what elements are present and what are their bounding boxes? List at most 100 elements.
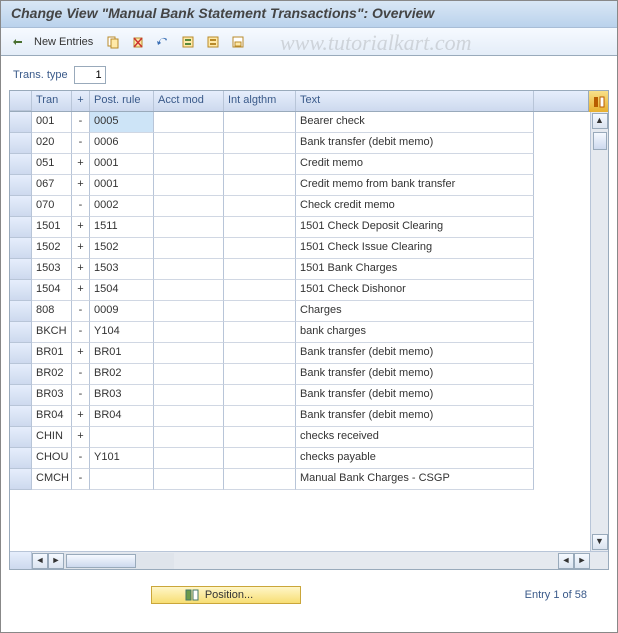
cell-post-rule[interactable]: Y101: [90, 448, 154, 469]
hscroll-track[interactable]: [64, 553, 174, 569]
cell-tran[interactable]: BR01: [32, 343, 72, 364]
new-entries-button[interactable]: New Entries: [32, 34, 99, 50]
cell-post-rule[interactable]: [90, 469, 154, 490]
col-acct-mod[interactable]: Acct mod: [154, 91, 224, 111]
cell-text[interactable]: 1501 Bank Charges: [296, 259, 534, 280]
table-settings-icon[interactable]: [588, 91, 608, 112]
hscroll-right2-icon[interactable]: ►: [574, 553, 590, 569]
cell-int-algthm[interactable]: [224, 112, 296, 133]
col-post-rule[interactable]: Post. rule: [90, 91, 154, 111]
row-selector[interactable]: [10, 259, 32, 280]
table-row[interactable]: BR04+BR04Bank transfer (debit memo): [10, 406, 590, 427]
cell-text[interactable]: Bank transfer (debit memo): [296, 385, 534, 406]
cell-tran[interactable]: BKCH: [32, 322, 72, 343]
row-selector[interactable]: [10, 217, 32, 238]
scroll-down-icon[interactable]: ▼: [592, 534, 608, 550]
cell-tran[interactable]: CHOU: [32, 448, 72, 469]
cell-post-rule[interactable]: 0009: [90, 301, 154, 322]
cell-post-rule[interactable]: BR03: [90, 385, 154, 406]
vertical-scrollbar[interactable]: ▲ ▼: [590, 112, 608, 551]
cell-tran[interactable]: 1503: [32, 259, 72, 280]
cell-acct-mod[interactable]: [154, 112, 224, 133]
cell-text[interactable]: Bearer check: [296, 112, 534, 133]
select-all-icon[interactable]: [177, 32, 199, 52]
cell-text[interactable]: Credit memo: [296, 154, 534, 175]
table-row[interactable]: CHOU-Y101checks payable: [10, 448, 590, 469]
table-row[interactable]: BR01+BR01 Bank transfer (debit memo): [10, 343, 590, 364]
cell-sign[interactable]: -: [72, 469, 90, 490]
cell-text[interactable]: bank charges: [296, 322, 534, 343]
cell-post-rule[interactable]: 0001: [90, 154, 154, 175]
cell-sign[interactable]: +: [72, 427, 90, 448]
cell-sign[interactable]: +: [72, 154, 90, 175]
hscroll-left-icon[interactable]: ◄: [32, 553, 48, 569]
cell-post-rule[interactable]: 1503: [90, 259, 154, 280]
cell-post-rule[interactable]: 1504: [90, 280, 154, 301]
toggle-button[interactable]: [7, 32, 29, 52]
table-row[interactable]: BKCH-Y104bank charges: [10, 322, 590, 343]
cell-post-rule[interactable]: BR02: [90, 364, 154, 385]
cell-acct-mod[interactable]: [154, 280, 224, 301]
row-selector[interactable]: [10, 448, 32, 469]
cell-text[interactable]: 1501 Check Dishonor: [296, 280, 534, 301]
cell-acct-mod[interactable]: [154, 154, 224, 175]
table-row[interactable]: 067+0001Credit memo from bank transfer: [10, 175, 590, 196]
cell-text[interactable]: Bank transfer (debit memo): [296, 133, 534, 154]
cell-tran[interactable]: 051: [32, 154, 72, 175]
cell-post-rule[interactable]: Y104: [90, 322, 154, 343]
cell-int-algthm[interactable]: [224, 427, 296, 448]
row-selector[interactable]: [10, 280, 32, 301]
cell-acct-mod[interactable]: [154, 217, 224, 238]
row-selector[interactable]: [10, 406, 32, 427]
cell-text[interactable]: 1501 Check Issue Clearing: [296, 238, 534, 259]
cell-acct-mod[interactable]: [154, 259, 224, 280]
cell-text[interactable]: checks received: [296, 427, 534, 448]
hscroll-left2-icon[interactable]: ◄: [558, 553, 574, 569]
row-selector[interactable]: [10, 343, 32, 364]
row-selector[interactable]: [10, 133, 32, 154]
cell-sign[interactable]: -: [72, 385, 90, 406]
cell-sign[interactable]: +: [72, 280, 90, 301]
cell-text[interactable]: 1501 Check Deposit Clearing: [296, 217, 534, 238]
scroll-track[interactable]: [592, 130, 608, 533]
cell-int-algthm[interactable]: [224, 364, 296, 385]
row-selector[interactable]: [10, 322, 32, 343]
cell-acct-mod[interactable]: [154, 385, 224, 406]
cell-acct-mod[interactable]: [154, 448, 224, 469]
cell-text[interactable]: Bank transfer (debit memo): [296, 343, 534, 364]
cell-post-rule[interactable]: 1502: [90, 238, 154, 259]
scroll-up-icon[interactable]: ▲: [592, 113, 608, 129]
cell-int-algthm[interactable]: [224, 406, 296, 427]
cell-int-algthm[interactable]: [224, 238, 296, 259]
row-selector[interactable]: [10, 112, 32, 133]
row-selector[interactable]: [10, 175, 32, 196]
cell-sign[interactable]: -: [72, 196, 90, 217]
cell-tran[interactable]: 067: [32, 175, 72, 196]
table-row[interactable]: 808-0009Charges: [10, 301, 590, 322]
cell-acct-mod[interactable]: [154, 364, 224, 385]
cell-sign[interactable]: -: [72, 112, 90, 133]
cell-int-algthm[interactable]: [224, 385, 296, 406]
table-row[interactable]: CHIN+checks received: [10, 427, 590, 448]
table-row[interactable]: 070-0002Check credit memo: [10, 196, 590, 217]
cell-tran[interactable]: 070: [32, 196, 72, 217]
cell-int-algthm[interactable]: [224, 217, 296, 238]
table-row[interactable]: 1501+15111501 Check Deposit Clearing: [10, 217, 590, 238]
cell-tran[interactable]: BR02: [32, 364, 72, 385]
cell-sign[interactable]: +: [72, 406, 90, 427]
cell-text[interactable]: Credit memo from bank transfer: [296, 175, 534, 196]
cell-int-algthm[interactable]: [224, 259, 296, 280]
cell-sign[interactable]: +: [72, 343, 90, 364]
cell-post-rule[interactable]: 1511: [90, 217, 154, 238]
table-row[interactable]: BR03-BR03Bank transfer (debit memo): [10, 385, 590, 406]
cell-int-algthm[interactable]: [224, 301, 296, 322]
cell-int-algthm[interactable]: [224, 280, 296, 301]
cell-post-rule[interactable]: 0001: [90, 175, 154, 196]
trans-type-input[interactable]: [74, 66, 106, 84]
cell-post-rule[interactable]: BR01: [90, 343, 154, 364]
table-row[interactable]: 020-0006Bank transfer (debit memo): [10, 133, 590, 154]
cell-tran[interactable]: BR04: [32, 406, 72, 427]
cell-tran[interactable]: 1501: [32, 217, 72, 238]
table-row[interactable]: CMCH-Manual Bank Charges - CSGP: [10, 469, 590, 490]
table-row[interactable]: BR02-BR02Bank transfer (debit memo): [10, 364, 590, 385]
